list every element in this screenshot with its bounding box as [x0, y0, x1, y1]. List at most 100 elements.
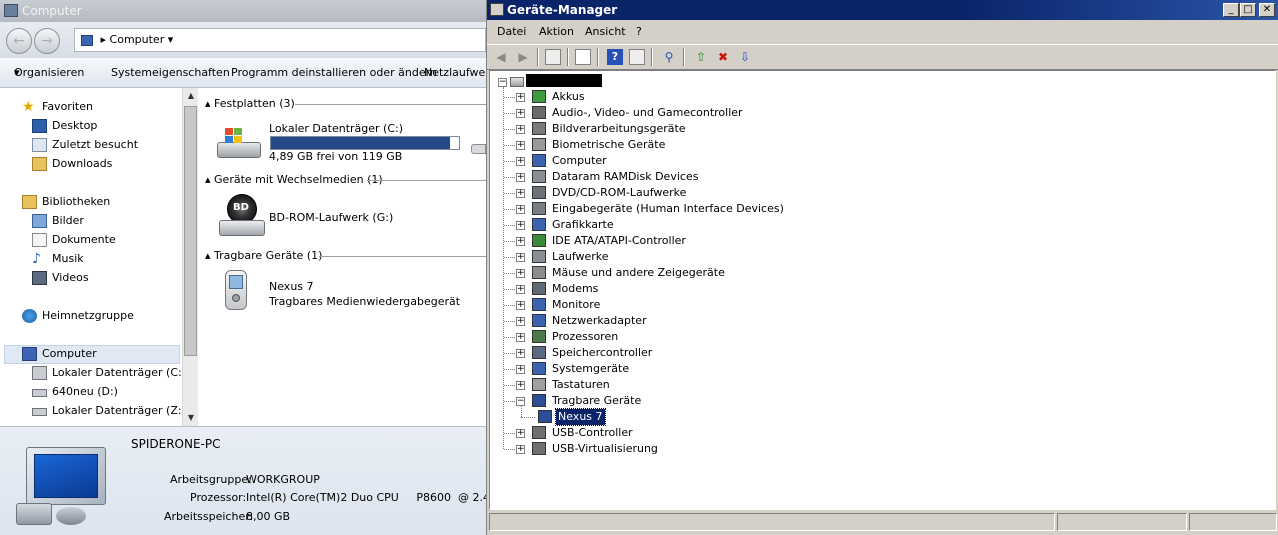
tree-node-modems[interactable]: Modems	[552, 281, 598, 297]
tree-node-prozessoren[interactable]: Prozessoren	[552, 329, 618, 345]
nav-music[interactable]: ♪ Musik	[32, 250, 84, 268]
help-icon[interactable]: ?	[607, 49, 623, 65]
disable-device-icon[interactable]: ⇩	[737, 49, 753, 65]
group-portable[interactable]: ▴ Tragbare Geräte (1)	[205, 248, 322, 264]
device-name[interactable]: Nexus 7	[269, 280, 314, 293]
view-pane-icon[interactable]	[629, 49, 645, 65]
menu-action[interactable]: Aktion	[539, 22, 574, 42]
uninstall-program-button[interactable]: Programm deinstallieren oder ändern	[231, 58, 437, 88]
tree-node-mause-und-andere-zeigegerate[interactable]: Mäuse und andere Zeigegeräte	[552, 265, 725, 281]
biometrische-gerate-icon	[532, 138, 546, 151]
nav-desktop[interactable]: Desktop	[32, 117, 97, 135]
expand-toggle[interactable]: +	[516, 125, 525, 134]
menu-help[interactable]: ?	[636, 22, 642, 42]
nav-homegroup[interactable]: Heimnetzgruppe	[22, 307, 134, 325]
nav-documents[interactable]: Dokumente	[32, 231, 116, 249]
expand-toggle[interactable]: +	[516, 157, 525, 166]
tree-node-usb-controller[interactable]: USB-Controller	[552, 425, 633, 441]
drive-bd-name[interactable]: BD-ROM-Laufwerk (G:)	[269, 211, 393, 224]
menu-file[interactable]: Datei	[497, 22, 526, 42]
expand-toggle[interactable]: +	[516, 317, 525, 326]
tree-node-grafikkarte[interactable]: Grafikkarte	[552, 217, 614, 233]
nav-favorites[interactable]: ★ Favoriten	[22, 98, 93, 116]
expand-toggle[interactable]: +	[516, 333, 525, 342]
expand-toggle[interactable]: +	[516, 285, 525, 294]
expand-toggle[interactable]: +	[516, 93, 525, 102]
explorer-titlebar[interactable]: Computer	[0, 0, 486, 22]
tree-node-audio-video-und-gamecontroller[interactable]: Audio-, Video- und Gamecontroller	[552, 105, 743, 121]
tree-node-monitore[interactable]: Monitore	[552, 297, 600, 313]
tree-node-biometrische-gerate[interactable]: Biometrische Geräte	[552, 137, 665, 153]
expand-toggle[interactable]: +	[516, 445, 525, 454]
tree-node-dvd-cd-rom-laufwerke[interactable]: DVD/CD-ROM-Laufwerke	[552, 185, 686, 201]
tree-node-selected[interactable]: Nexus 7	[555, 408, 606, 426]
forward-button[interactable]: →	[34, 28, 60, 54]
tree-node-dataram-ramdisk-devices[interactable]: Dataram RAMDisk Devices	[552, 169, 698, 185]
nav-drive-z[interactable]: Lokaler Datenträger (Z:)	[32, 402, 186, 420]
tree-node-usb-virtualisierung[interactable]: USB-Virtualisierung	[552, 441, 658, 457]
update-driver-icon[interactable]: ⇧	[693, 49, 709, 65]
forward-arrow-icon[interactable]: ▶	[515, 49, 531, 65]
expand-toggle[interactable]: +	[516, 365, 525, 374]
address-input[interactable]: ▸ Computer ▾	[74, 28, 486, 52]
modems-icon	[532, 282, 546, 295]
system-properties-button[interactable]: Systemeigenschaften	[111, 58, 230, 88]
drive-c-name[interactable]: Lokaler Datenträger (C:)	[269, 122, 403, 135]
tree-node-ide-ata-atapi-controller[interactable]: IDE ATA/ATAPI-Controller	[552, 233, 686, 249]
nav-downloads[interactable]: Downloads	[32, 155, 112, 173]
expand-toggle[interactable]: +	[516, 301, 525, 310]
tree-node-tastaturen[interactable]: Tastaturen	[552, 377, 610, 393]
back-button[interactable]: ←	[6, 28, 32, 54]
maximize-button[interactable]: □	[1240, 3, 1256, 17]
tree-node-tragbare-gerate[interactable]: Tragbare Geräte	[552, 393, 641, 409]
group-hard-drives[interactable]: ▴ Festplatten (3)	[205, 96, 295, 112]
nav-recent[interactable]: Zuletzt besucht	[32, 136, 138, 154]
tree-node-akkus[interactable]: Akkus	[552, 89, 585, 105]
nav-pictures[interactable]: Bilder	[32, 212, 84, 230]
expand-toggle[interactable]: +	[516, 205, 525, 214]
organize-button[interactable]: Organisieren ▾	[14, 58, 84, 88]
tree-node-eingabegerate-human-interface-devices[interactable]: Eingabegeräte (Human Interface Devices)	[552, 201, 784, 217]
tree-node-systemgerate[interactable]: Systemgeräte	[552, 361, 629, 377]
tree-node-netzwerkadapter[interactable]: Netzwerkadapter	[552, 313, 647, 329]
tree-node-bildverarbeitungsgerate[interactable]: Bildverarbeitungsgeräte	[552, 121, 686, 137]
expand-toggle[interactable]: +	[516, 221, 525, 230]
cpu-value: Intel(R) Core(TM)2 Duo CPU P8600 @ 2.40G…	[246, 491, 486, 504]
map-network-drive-button[interactable]: Netzlaufwer	[424, 58, 486, 88]
nav-videos[interactable]: Videos	[32, 269, 89, 287]
expand-toggle[interactable]: +	[516, 189, 525, 198]
scroll-down-icon[interactable]: ▼	[183, 410, 199, 426]
expand-toggle[interactable]: +	[516, 253, 525, 262]
expand-toggle[interactable]: +	[516, 141, 525, 150]
menu-view[interactable]: Ansicht	[585, 22, 626, 42]
expand-toggle[interactable]: +	[516, 237, 525, 246]
nav-computer[interactable]: Computer	[22, 345, 97, 363]
back-arrow-icon[interactable]: ◀	[493, 49, 509, 65]
tree-node-speichercontroller[interactable]: Speichercontroller	[552, 345, 652, 361]
expand-toggle[interactable]: +	[516, 109, 525, 118]
group-removable[interactable]: ▴ Geräte mit Wechselmedien (1)	[205, 172, 383, 188]
nav-drive-d[interactable]: 640neu (D:)	[32, 383, 118, 401]
scan-hardware-icon[interactable]: ⚲	[661, 49, 677, 65]
chevron-down-icon[interactable]: ▾	[168, 33, 174, 46]
devmgr-titlebar[interactable]: Geräte-Manager _ □ ✕	[487, 0, 1278, 20]
scroll-up-icon[interactable]: ▲	[183, 88, 199, 104]
expand-toggle[interactable]: +	[516, 349, 525, 358]
close-button[interactable]: ✕	[1259, 3, 1275, 17]
nav-libraries[interactable]: Bibliotheken	[22, 193, 110, 211]
nav-scrollbar[interactable]: ▲ ▼	[182, 88, 198, 426]
scroll-thumb[interactable]	[184, 106, 197, 356]
tree-node-computer[interactable]: Computer	[552, 153, 607, 169]
tree-node-laufwerke[interactable]: Laufwerke	[552, 249, 609, 265]
collapse-toggle[interactable]: −	[498, 78, 507, 87]
properties-icon[interactable]	[575, 49, 591, 65]
expand-toggle[interactable]: +	[516, 269, 525, 278]
expand-toggle[interactable]: +	[516, 429, 525, 438]
computer-root-icon	[510, 77, 524, 87]
minimize-button[interactable]: _	[1223, 3, 1239, 17]
expand-toggle[interactable]: +	[516, 381, 525, 390]
console-tree-icon[interactable]	[545, 49, 561, 65]
nav-drive-c[interactable]: Lokaler Datenträger (C:)	[32, 364, 186, 382]
expand-toggle[interactable]: +	[516, 173, 525, 182]
uninstall-icon[interactable]: ✖	[715, 49, 731, 65]
